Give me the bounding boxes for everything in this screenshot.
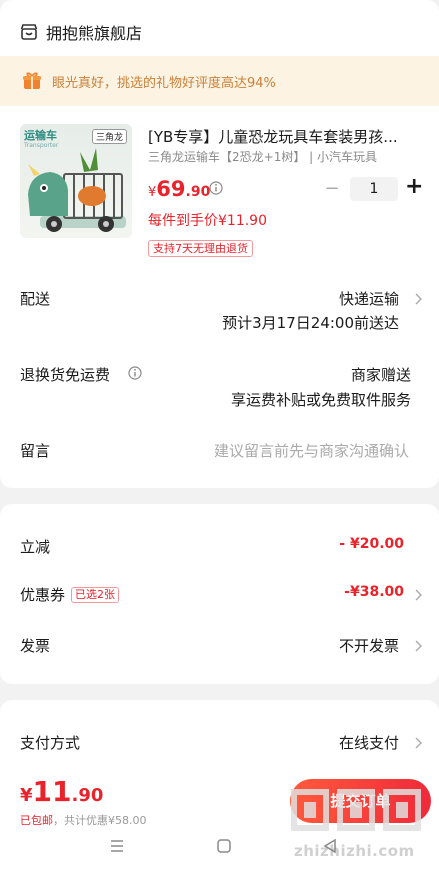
return-shipping-detail: 享运费补贴或免费取件服务: [230, 391, 411, 409]
discount-value: - ¥20.00: [339, 536, 404, 552]
price-symbol: ¥: [148, 185, 157, 200]
product-image[interactable]: 运输车 Transporter 三角龙: [20, 124, 132, 238]
watermark-logo-icon: [291, 789, 329, 831]
delivery-eta: 预计3月17日24:00前送达: [222, 314, 399, 332]
quantity-increase-button[interactable]: +: [405, 175, 423, 199]
coupon-chevron-right-icon[interactable]: [413, 588, 423, 602]
return-shipping-info-icon[interactable]: [128, 366, 142, 380]
total-symbol: ¥: [20, 785, 33, 806]
watermark-logo-icon: [337, 789, 375, 831]
total-decimal: .90: [71, 785, 104, 806]
back-icon[interactable]: [322, 838, 338, 854]
delivery-label: 配送: [20, 290, 51, 308]
store-icon: [20, 24, 38, 40]
invoice-chevron-right-icon[interactable]: [413, 639, 423, 653]
delivery-chevron-right-icon[interactable]: [413, 292, 423, 306]
praise-banner: 眼光真好，挑选的礼物好评度高达94%: [0, 56, 439, 106]
coupon-selected-tag: 已选2张: [71, 587, 120, 603]
coupon-label-text: 优惠券: [20, 586, 66, 604]
coupon-value[interactable]: -¥38.00: [344, 584, 404, 600]
invoice-value[interactable]: 不开发票: [339, 635, 399, 656]
return-shipping-label: 退换货免运费: [20, 364, 110, 385]
payment-card: 支付方式 在线支付: [0, 700, 439, 770]
banner-text: 眼光真好，挑选的礼物好评度高达94%: [52, 75, 276, 91]
savings-text: ，共计优惠¥58.00: [53, 814, 147, 827]
payment-value[interactable]: 在线支付: [339, 732, 399, 753]
shipping-note: 已包邮，共计优惠¥58.00: [20, 812, 147, 828]
system-nav-bar: [0, 838, 439, 869]
price-integer: 69: [156, 177, 186, 201]
return-shipping-value: 商家赠送: [350, 366, 411, 384]
message-input[interactable]: 建议留言前先与商家沟通确认: [214, 440, 409, 461]
message-label: 留言: [20, 442, 51, 460]
quantity-decrease-button[interactable]: −: [324, 178, 340, 199]
product-spec[interactable]: 三角龙运输车【2恐龙+1树】 | 小汽车玩具: [148, 148, 408, 165]
home-icon[interactable]: [216, 838, 232, 854]
free-shipping-text: 已包邮: [20, 814, 53, 827]
per-piece-price: 每件到手价¥11.90: [148, 213, 267, 229]
order-card: 拥抱熊旗舰店 眼光真好，挑选的礼物好评度高达94% 运输车 Transporte…: [0, 0, 439, 488]
store-header[interactable]: 拥抱熊旗舰店: [20, 20, 142, 44]
thumb-subtitle: Transporter: [24, 142, 59, 149]
order-total: ¥ 11 .90: [20, 775, 103, 808]
thumb-title: 运输车: [24, 129, 57, 142]
watermark-logo-icon: [383, 789, 421, 831]
return-shipping-label-text: 退换货免运费: [20, 366, 111, 384]
product-title[interactable]: [YB专享】儿童恐龙玩具车套装男孩...: [148, 126, 418, 147]
price-decimal: .90: [185, 184, 211, 200]
return-policy-badge: 支持7天无理由退货: [148, 240, 253, 257]
thumb-tag: 三角龙: [91, 129, 127, 144]
product-price: ¥ 69 .90: [148, 177, 210, 201]
total-integer: 11: [32, 775, 72, 808]
coupon-label[interactable]: 优惠券 已选2张: [20, 584, 120, 605]
payment-label: 支付方式: [20, 734, 81, 752]
menu-icon[interactable]: [109, 838, 125, 854]
invoice-label: 发票: [20, 637, 51, 655]
gift-icon: [23, 72, 41, 89]
discount-card: 立减 - ¥20.00 优惠券 已选2张 -¥38.00 发票 不开发票: [0, 504, 439, 684]
store-name: 拥抱熊旗舰店: [46, 24, 143, 43]
payment-chevron-right-icon[interactable]: [413, 736, 423, 750]
delivery-method[interactable]: 快递运输: [339, 288, 399, 309]
discount-label: 立减: [20, 538, 51, 556]
quantity-input[interactable]: 1: [350, 177, 398, 201]
price-info-icon[interactable]: [209, 181, 223, 195]
